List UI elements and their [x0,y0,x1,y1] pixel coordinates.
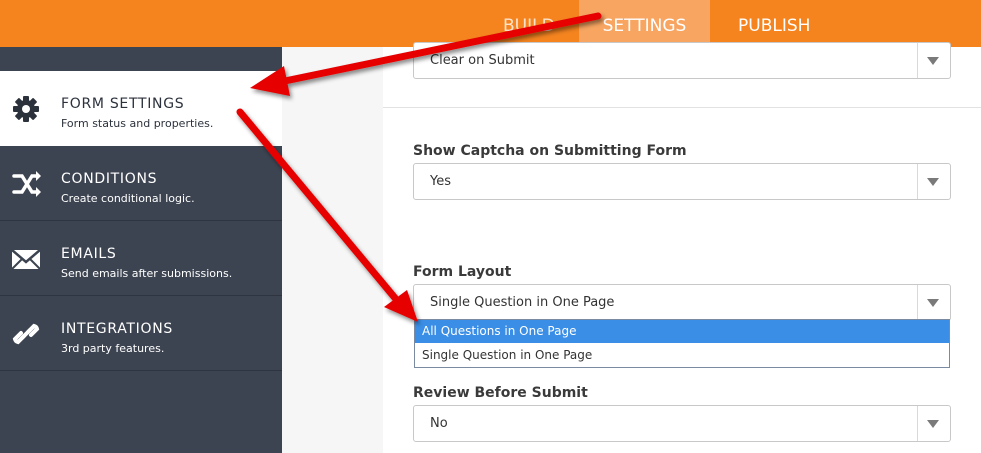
tab-settings[interactable]: SETTINGS [579,0,710,47]
select-value: No [430,416,448,431]
form-layout-label: Form Layout [413,264,512,280]
captcha-label: Show Captcha on Submitting Form [413,143,687,159]
content-gutter [282,47,383,453]
sidebar-item-title: FORM SETTINGS [61,96,185,112]
select-value: Single Question in One Page [430,295,615,310]
select-separator [917,164,918,199]
sidebar-item-title: INTEGRATIONS [61,321,173,337]
top-navigation-bar [0,0,981,47]
envelope-icon [10,243,42,275]
review-label: Review Before Submit [413,385,588,401]
sidebar-item-form-settings[interactable]: FORM SETTINGS Form status and properties… [0,71,282,146]
dropdown-option-single-question[interactable]: Single Question in One Page [415,344,949,367]
select-separator [917,285,918,320]
caret-down-icon [927,57,939,65]
tab-build[interactable]: BUILD [503,0,583,47]
select-separator [917,406,918,441]
sidebar-item-emails[interactable]: EMAILS Send emails after submissions. [0,221,282,296]
sidebar-item-subtitle: 3rd party features. [61,342,165,355]
caret-down-icon [927,299,939,307]
form-layout-dropdown: All Questions in One Page Single Questio… [414,319,950,368]
link-icon [10,318,42,350]
after-submit-select[interactable]: Clear on Submit [413,42,951,79]
sidebar-item-title: CONDITIONS [61,171,158,187]
tab-publish[interactable]: PUBLISH [738,0,828,47]
dropdown-option-all-questions[interactable]: All Questions in One Page [415,320,949,343]
sidebar-item-subtitle: Send emails after submissions. [61,267,233,280]
select-value: Clear on Submit [430,53,535,68]
select-separator [917,43,918,78]
form-layout-select[interactable]: Single Question in One Page [413,284,951,321]
captcha-select[interactable]: Yes [413,163,951,200]
section-divider [383,107,981,108]
sidebar-item-subtitle: Form status and properties. [61,117,214,130]
sidebar-item-subtitle: Create conditional logic. [61,192,195,205]
conditions-icon [10,168,42,200]
caret-down-icon [927,420,939,428]
sidebar-item-title: EMAILS [61,246,117,262]
sidebar-item-integrations[interactable]: INTEGRATIONS 3rd party features. [0,296,282,371]
select-value: Yes [430,174,451,189]
caret-down-icon [927,178,939,186]
gear-icon [10,93,42,125]
sidebar-item-conditions[interactable]: CONDITIONS Create conditional logic. [0,146,282,221]
review-select[interactable]: No [413,405,951,442]
